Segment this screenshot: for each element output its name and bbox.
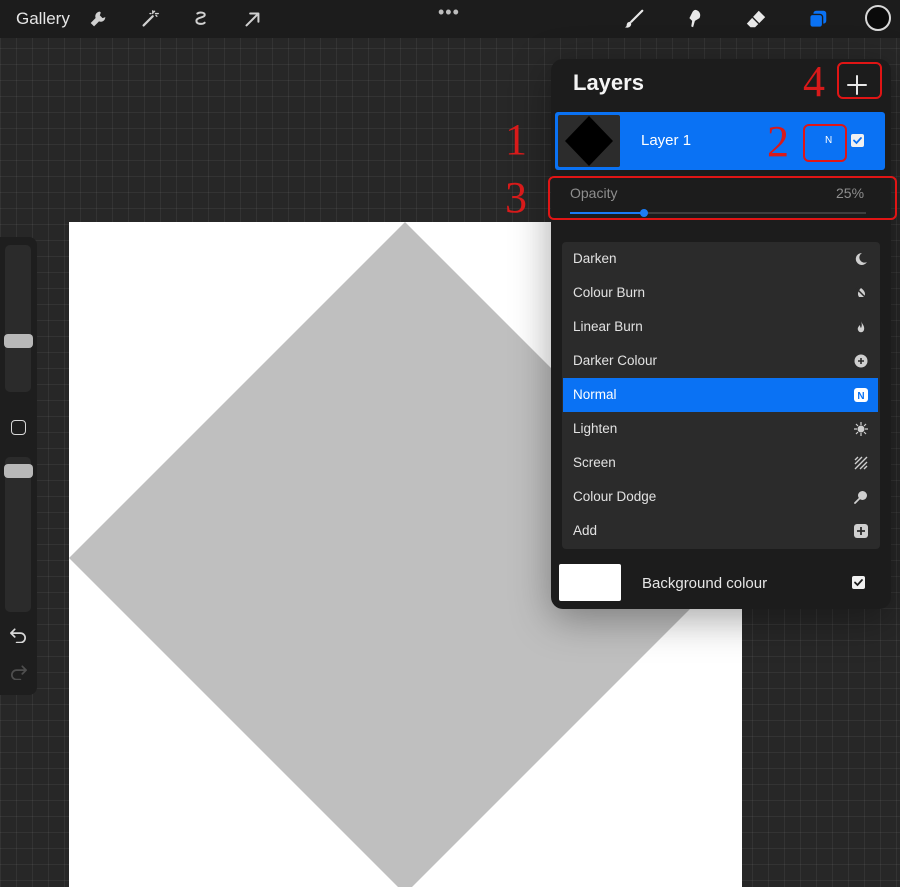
blend-mode-colour-dodge[interactable]: Colour Dodge [563,480,878,514]
blend-mode-screen[interactable]: Screen [563,446,878,480]
background-colour-row[interactable]: Background colour [555,559,885,607]
opacity-slider[interactable] [5,457,31,612]
blend-mode-label: Add [573,523,598,538]
brush-icon[interactable] [621,8,647,30]
left-sidebar [0,237,37,695]
hatch-icon [854,456,868,470]
more-options-icon[interactable]: ••• [438,2,460,23]
layer-visibility-checkbox[interactable] [851,134,864,147]
brush-size-slider[interactable] [5,245,31,392]
blend-mode-label: Screen [573,455,616,470]
callout-number-4: 4 [803,57,825,106]
dodge-icon [854,491,867,504]
transform-arrow-icon[interactable] [240,8,264,30]
blend-mode-label: Colour Burn [573,285,646,300]
selection-icon[interactable] [189,8,213,30]
layer-thumbnail [558,115,620,167]
smudge-icon[interactable] [681,8,707,30]
opacity-handle[interactable] [4,464,33,478]
burn-icon [855,287,867,299]
callout-number-3: 3 [505,173,527,222]
n-badge-text: N [857,391,864,402]
burst-icon [854,422,868,436]
blend-mode-label: Lighten [573,421,618,436]
blend-mode-label: Darken [573,251,617,266]
layer-name: Layer 1 [641,132,692,149]
redo-icon[interactable] [9,664,28,680]
blend-mode-label: Normal [573,387,617,402]
blend-mode-normal[interactable]: Normal N [563,378,878,412]
callout-box-opacity [548,176,897,220]
panel-title: Layers [573,70,644,95]
layers-icon[interactable] [805,8,831,30]
top-toolbar: Gallery ••• [0,0,900,38]
brush-size-handle[interactable] [4,334,33,348]
gallery-button[interactable]: Gallery [16,9,70,29]
modify-button[interactable] [11,420,26,435]
callout-number-1: 1 [505,115,527,164]
blend-mode-list: Darken Colour Burn Linear Burn Darker Co… [562,242,880,549]
wrench-icon[interactable] [86,8,110,30]
background-colour-label: Background colour [642,575,768,592]
undo-icon[interactable] [9,627,28,643]
callout-number-2: 2 [767,117,789,166]
callout-box-blend-mode [803,124,847,162]
blend-mode-label: Darker Colour [573,353,658,368]
moon-icon [855,252,867,265]
plus-circle-icon [854,354,868,368]
background-visibility-checkbox[interactable] [852,576,865,589]
plus-square-icon [854,524,868,538]
blend-mode-add[interactable]: Add [563,514,878,548]
background-colour-swatch[interactable] [559,564,621,601]
n-badge-icon: N [854,388,868,402]
flame-icon [857,321,865,333]
blend-mode-colour-burn[interactable]: Colour Burn [563,276,878,310]
color-picker-button[interactable] [865,5,891,31]
magic-wand-icon[interactable] [138,8,162,30]
blend-mode-lighten[interactable]: Lighten [563,412,878,446]
blend-mode-linear-burn[interactable]: Linear Burn [563,310,878,344]
blend-mode-darker-colour[interactable]: Darker Colour [563,344,878,378]
eraser-icon[interactable] [743,8,769,30]
blend-mode-label: Linear Burn [573,319,643,334]
callout-box-add-layer [837,62,882,99]
blend-mode-darken[interactable]: Darken [563,242,878,276]
blend-mode-label: Colour Dodge [573,489,657,504]
